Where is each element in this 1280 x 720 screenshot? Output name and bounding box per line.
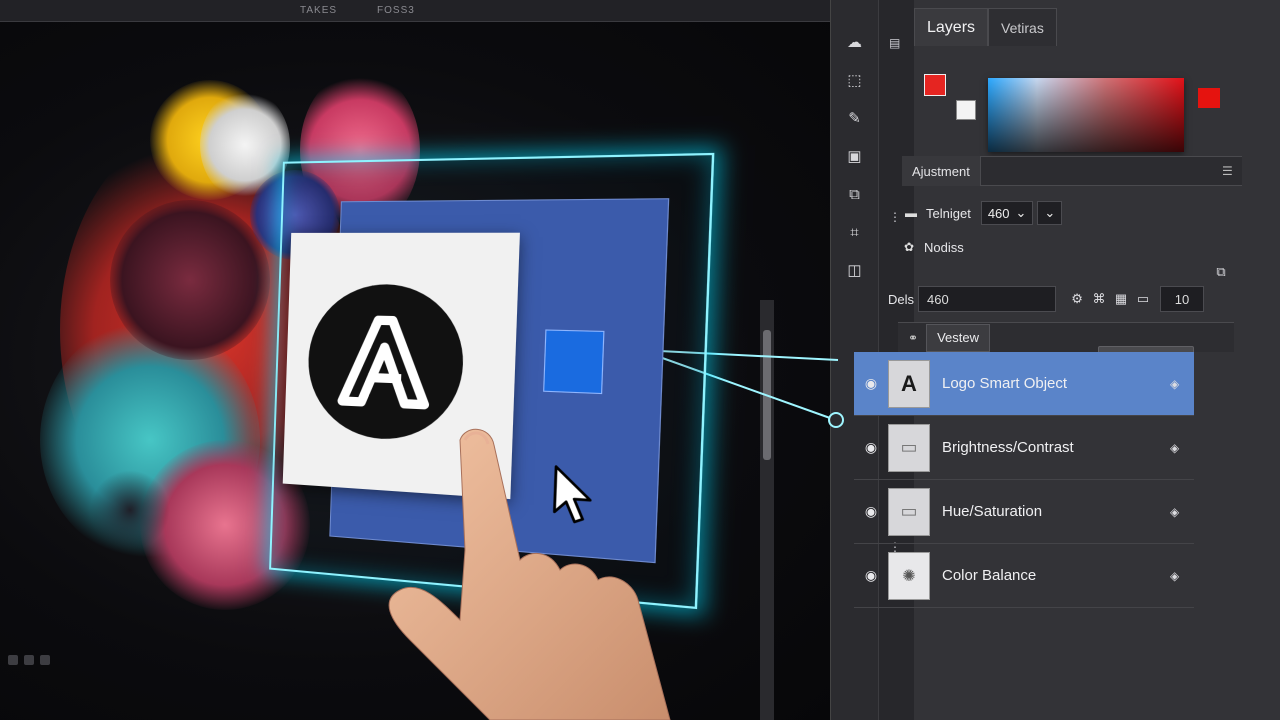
menu-icon[interactable]: ☰ [1222,164,1242,178]
nodiss-label: Nodiss [924,239,964,255]
dels-row: Dels 460 ⚙ ⌘ ▦ ▭ 10 [888,284,1254,314]
telniget-row: ▬ Telniget 460 ⌄ ⌄ [902,198,1268,228]
stage: TAKES FOSS3 ☁ ⬚ ✎ ▣ ⧉ ⌗ ◫ ▤ ⋮ ⋮ Layers V… [0,0,1280,720]
pen-icon[interactable]: ✎ [843,106,867,130]
options-badge[interactable]: 10 [1160,286,1205,312]
tab-adjustment[interactable]: Ajustment [902,156,981,186]
secondary-dropdown[interactable]: ⌄ [1037,201,1063,225]
arrange-icon[interactable]: ▤ [889,36,903,50]
link-icon: ⚭ [908,330,919,345]
lock-icon[interactable]: ◈ [1170,569,1194,583]
layers-list: ◉ A Logo Smart Object ◈ ◉ ▭ Brightness/C… [854,352,1194,608]
film-icon[interactable]: ▦ [1110,289,1132,309]
telniget-label: Telniget [926,205,971,221]
transform-icon[interactable]: ⧉ [843,182,867,206]
layer-brightness-contrast[interactable]: ◉ ▭ Brightness/Contrast ◈ [854,416,1194,480]
thumbnail-logo: A [901,370,917,396]
eye-icon[interactable]: ◉ [854,375,888,392]
layer-name: Brightness/Contrast [942,439,1074,456]
tab-vestew[interactable]: Vestew [926,323,990,352]
lock-icon[interactable]: ◈ [1170,441,1194,455]
tab-layers[interactable]: Layers [914,8,989,46]
badge-label: 10 [1174,291,1190,307]
dels-value: 460 [927,291,949,307]
eye-icon[interactable]: ◉ [854,439,888,456]
adjust-icon: ✿ [903,240,915,254]
telniget-dropdown[interactable]: 460 ⌄ [980,201,1034,225]
screen-icon[interactable]: ▭ [1132,289,1154,309]
layers-panel: Layers Vetiras Ajustment ☰ ▬ Telniget 46… [854,0,1280,720]
layer-thumbnail: ▭ [888,423,930,472]
cloud-icon[interactable]: ☁ [843,30,867,54]
layer-logo-smart-object[interactable]: ◉ A Logo Smart Object ◈ [854,352,1194,416]
crop-icon[interactable]: ⌗ [843,220,867,244]
color-spectrum[interactable] [988,78,1184,152]
mouse-pointer-icon [550,464,598,528]
layer-name: Hue/Saturation [942,503,1043,520]
layer-thumbnail: ▭ [888,487,930,536]
balance-icon: ✺ [902,567,916,585]
eye-icon[interactable]: ◉ [854,503,888,520]
panel-tabs: Layers Vetiras [914,8,1057,46]
layers-icon[interactable]: ◫ [843,258,867,282]
dels-label: Dels [888,291,915,307]
mask-icon[interactable]: ⚙ [1066,289,1088,309]
new-adjustment-icon[interactable]: ⧉ [1210,262,1232,282]
marquee-icon[interactable]: ⬚ [843,68,867,92]
layer-thumbnail: A [888,359,930,408]
layer-name: Color Balance [942,567,1037,584]
layer-name: Logo Smart Object [942,375,1068,392]
tab-vetiras[interactable]: Vetiras [988,8,1057,46]
chevron-down-icon: ⌄ [1044,205,1056,220]
grip-icon: ⋮ [889,210,901,224]
blue-color-swatch[interactable] [543,329,605,395]
popup-card [282,198,670,564]
scrollbar[interactable] [763,330,771,460]
link-icon[interactable]: ⌘ [1088,289,1110,309]
a-logo-icon [327,309,444,416]
nodiss-row: ✿ Nodiss [900,232,1266,262]
logo-circle [305,283,466,444]
folder-icon: ▭ [900,437,918,457]
folder-icon: ▭ [900,501,918,521]
chevron-down-icon: ⌄ [1015,205,1027,220]
image-icon[interactable]: ▣ [843,144,867,168]
layer-hue-saturation[interactable]: ◉ ▭ Hue/Saturation ◈ [854,480,1194,544]
foreground-color-swatch[interactable] [924,74,946,96]
lock-icon[interactable]: ◈ [1170,505,1194,519]
color-picker [914,56,1280,156]
logo-tile[interactable] [282,232,520,500]
telniget-value: 460 [987,205,1010,221]
eye-icon[interactable]: ◉ [854,567,888,584]
adjustment-header: Ajustment ☰ [902,156,1242,186]
dels-field[interactable]: 460 [918,286,1057,312]
background-color-swatch[interactable] [956,100,976,120]
folder-icon: ▬ [905,206,917,220]
canvas-bottom-icons [0,640,60,680]
layer-color-balance[interactable]: ◉ ✺ Color Balance ◈ [854,544,1194,608]
layer-thumbnail: ✺ [888,551,930,600]
smart-object-popup[interactable] [269,152,715,610]
current-color-swatch[interactable] [1198,88,1220,108]
lock-icon[interactable]: ◈ [1170,377,1194,391]
